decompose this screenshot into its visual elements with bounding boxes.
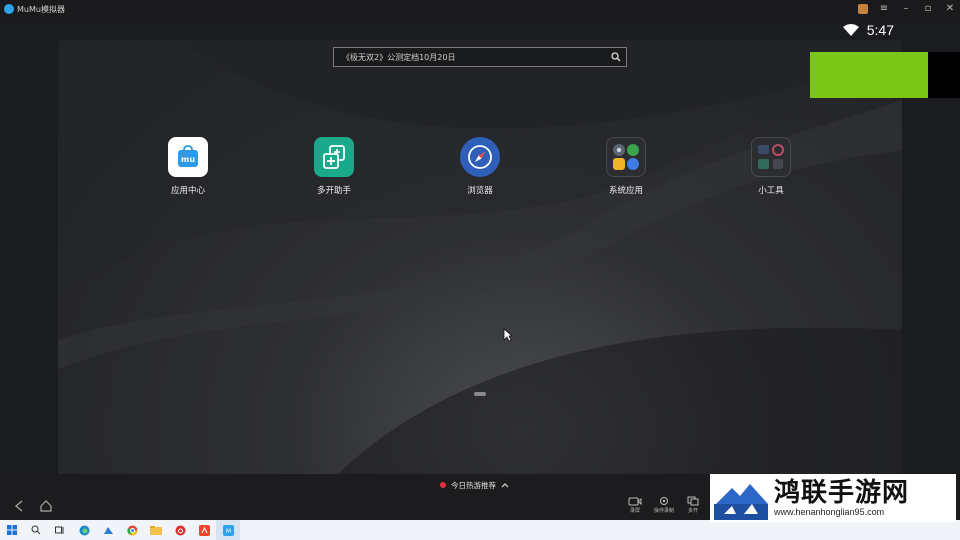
green-overlay (810, 52, 928, 98)
netease-music-icon[interactable] (168, 520, 192, 540)
close-icon[interactable]: ✕ (944, 0, 956, 18)
task-view-icon[interactable] (48, 520, 72, 540)
red-app-icon[interactable] (192, 520, 216, 540)
taskbar-search-icon[interactable] (24, 520, 48, 540)
record-icon (628, 497, 642, 506)
watermark-logo-icon (714, 484, 768, 520)
app-tools[interactable]: 小工具 (731, 137, 811, 196)
app-app-center[interactable]: mu 应用中心 (148, 137, 228, 196)
app-taskbar-icon[interactable] (96, 520, 120, 540)
edge-icon[interactable] (72, 520, 96, 540)
svg-text:mu: mu (181, 155, 195, 164)
app-label: 系统应用 (608, 186, 643, 196)
mouse-cursor-icon (503, 328, 513, 342)
search-placeholder: 《极无双2》公测定档10月20日 (342, 52, 456, 62)
record-dot-icon (440, 482, 446, 488)
app-browser[interactable]: 浏览器 (440, 137, 520, 196)
watermark: 鸿联手游网 www.henanhonglian95.com (710, 474, 956, 522)
app-multi-open[interactable]: 多开助手 (294, 137, 374, 196)
chevron-up-icon (501, 483, 509, 488)
app-system-apps[interactable]: 系统应用 (586, 137, 666, 196)
maximize-icon[interactable]: ▫ (922, 0, 934, 18)
search-bar[interactable]: 《极无双2》公测定档10月20日 (333, 47, 627, 67)
status-area: 5:47 (842, 20, 894, 40)
android-home-screen[interactable]: 《极无双2》公测定档10月20日 mu 应用中心 多开助手 浏览器 系统应用 小… (58, 40, 902, 474)
toolbar: 录屏 操作录制 多开 (624, 496, 704, 514)
gift-icon[interactable] (858, 4, 868, 14)
hot-games-recommend[interactable]: 今日热游推荐 (440, 476, 509, 494)
windows-taskbar: M (0, 520, 960, 540)
mumu-app-center-icon: mu (168, 137, 208, 177)
black-overlay (928, 52, 960, 98)
back-icon[interactable] (14, 500, 24, 512)
record-screen-button[interactable]: 录屏 (624, 496, 646, 514)
watermark-url: www.henanhonglian95.com (774, 507, 885, 517)
mumu-logo-icon (4, 4, 14, 14)
multi-window-icon (687, 496, 699, 506)
recommend-label: 今日热游推荐 (451, 480, 496, 490)
home-icon[interactable] (40, 500, 52, 512)
title-bar: MuMu模拟器 ≡ – ▫ ✕ (0, 0, 960, 18)
macro-record-button[interactable]: 操作录制 (653, 496, 675, 514)
wallpaper (58, 40, 902, 474)
clock: 5:47 (866, 22, 894, 38)
windows-start-icon[interactable] (0, 520, 24, 540)
watermark-title: 鸿联手游网 (774, 478, 910, 508)
file-explorer-icon[interactable] (144, 520, 168, 540)
chrome-icon[interactable] (120, 520, 144, 540)
svg-text:M: M (225, 528, 230, 535)
app-label: 应用中心 (170, 186, 205, 196)
multi-open-icon (314, 137, 354, 177)
window-controls: ≡ – ▫ ✕ (858, 0, 956, 18)
app-label: 浏览器 (467, 186, 493, 196)
wifi-icon (842, 24, 859, 36)
app-label: 小工具 (758, 186, 784, 196)
compass-browser-icon (460, 137, 500, 177)
page-indicator (474, 392, 486, 396)
system-apps-folder-icon (606, 137, 646, 177)
search-icon[interactable] (606, 48, 626, 66)
window-title: MuMu模拟器 (17, 4, 65, 14)
macro-record-icon (660, 497, 668, 505)
app-label: 多开助手 (316, 186, 351, 196)
multi-window-button[interactable]: 多开 (682, 496, 704, 514)
tools-folder-icon (751, 137, 791, 177)
mumu-taskbar-icon[interactable]: M (216, 520, 240, 540)
minimize-icon[interactable]: – (900, 0, 912, 18)
menu-icon[interactable]: ≡ (878, 0, 890, 18)
